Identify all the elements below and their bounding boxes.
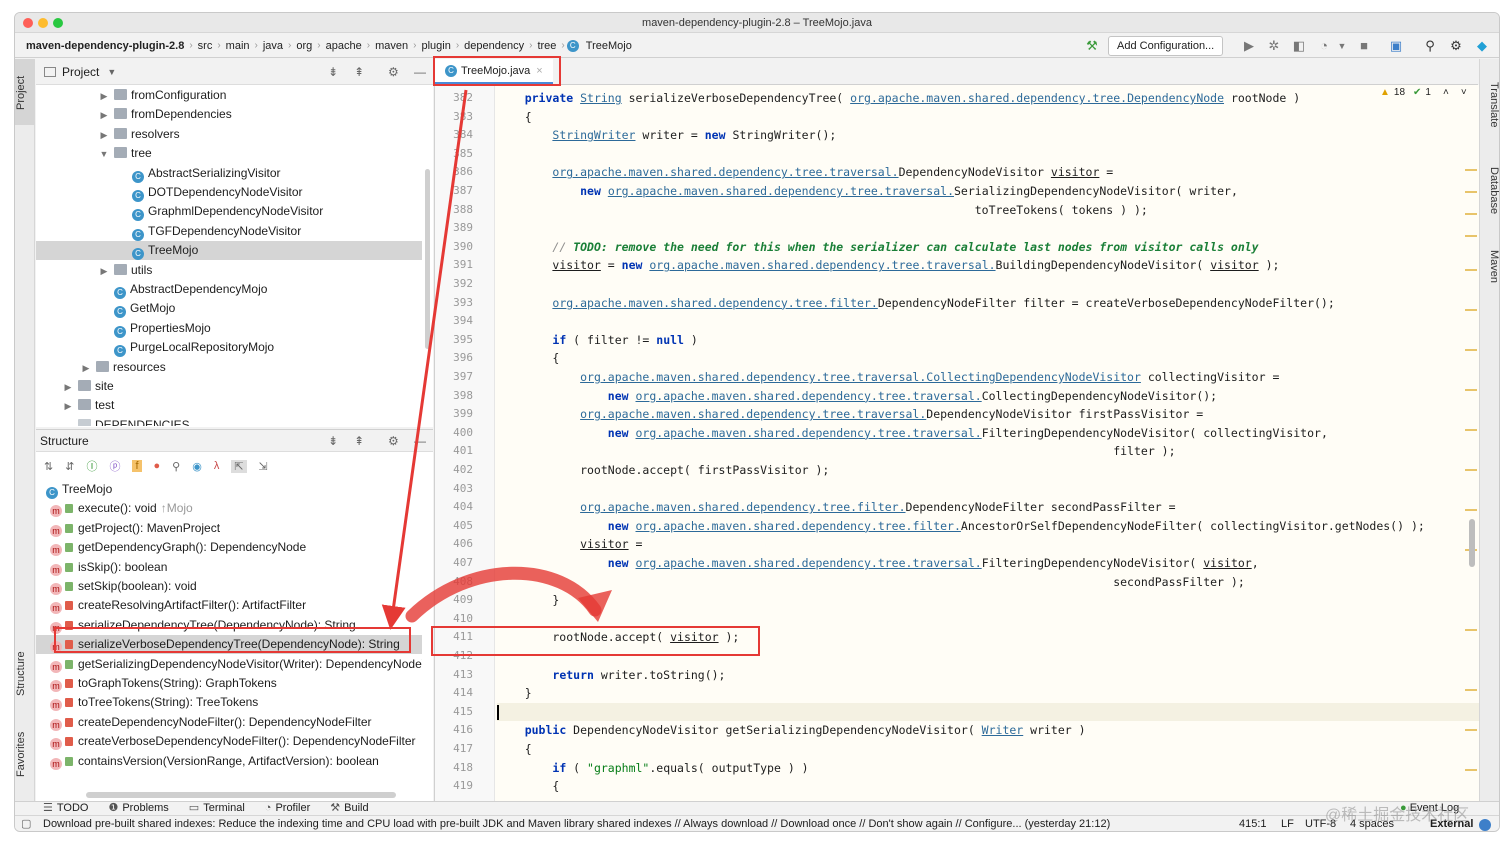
arrow-tab-to-method xyxy=(381,89,468,630)
arrow-method-to-code xyxy=(405,566,602,623)
annotation-arrows xyxy=(381,89,612,630)
